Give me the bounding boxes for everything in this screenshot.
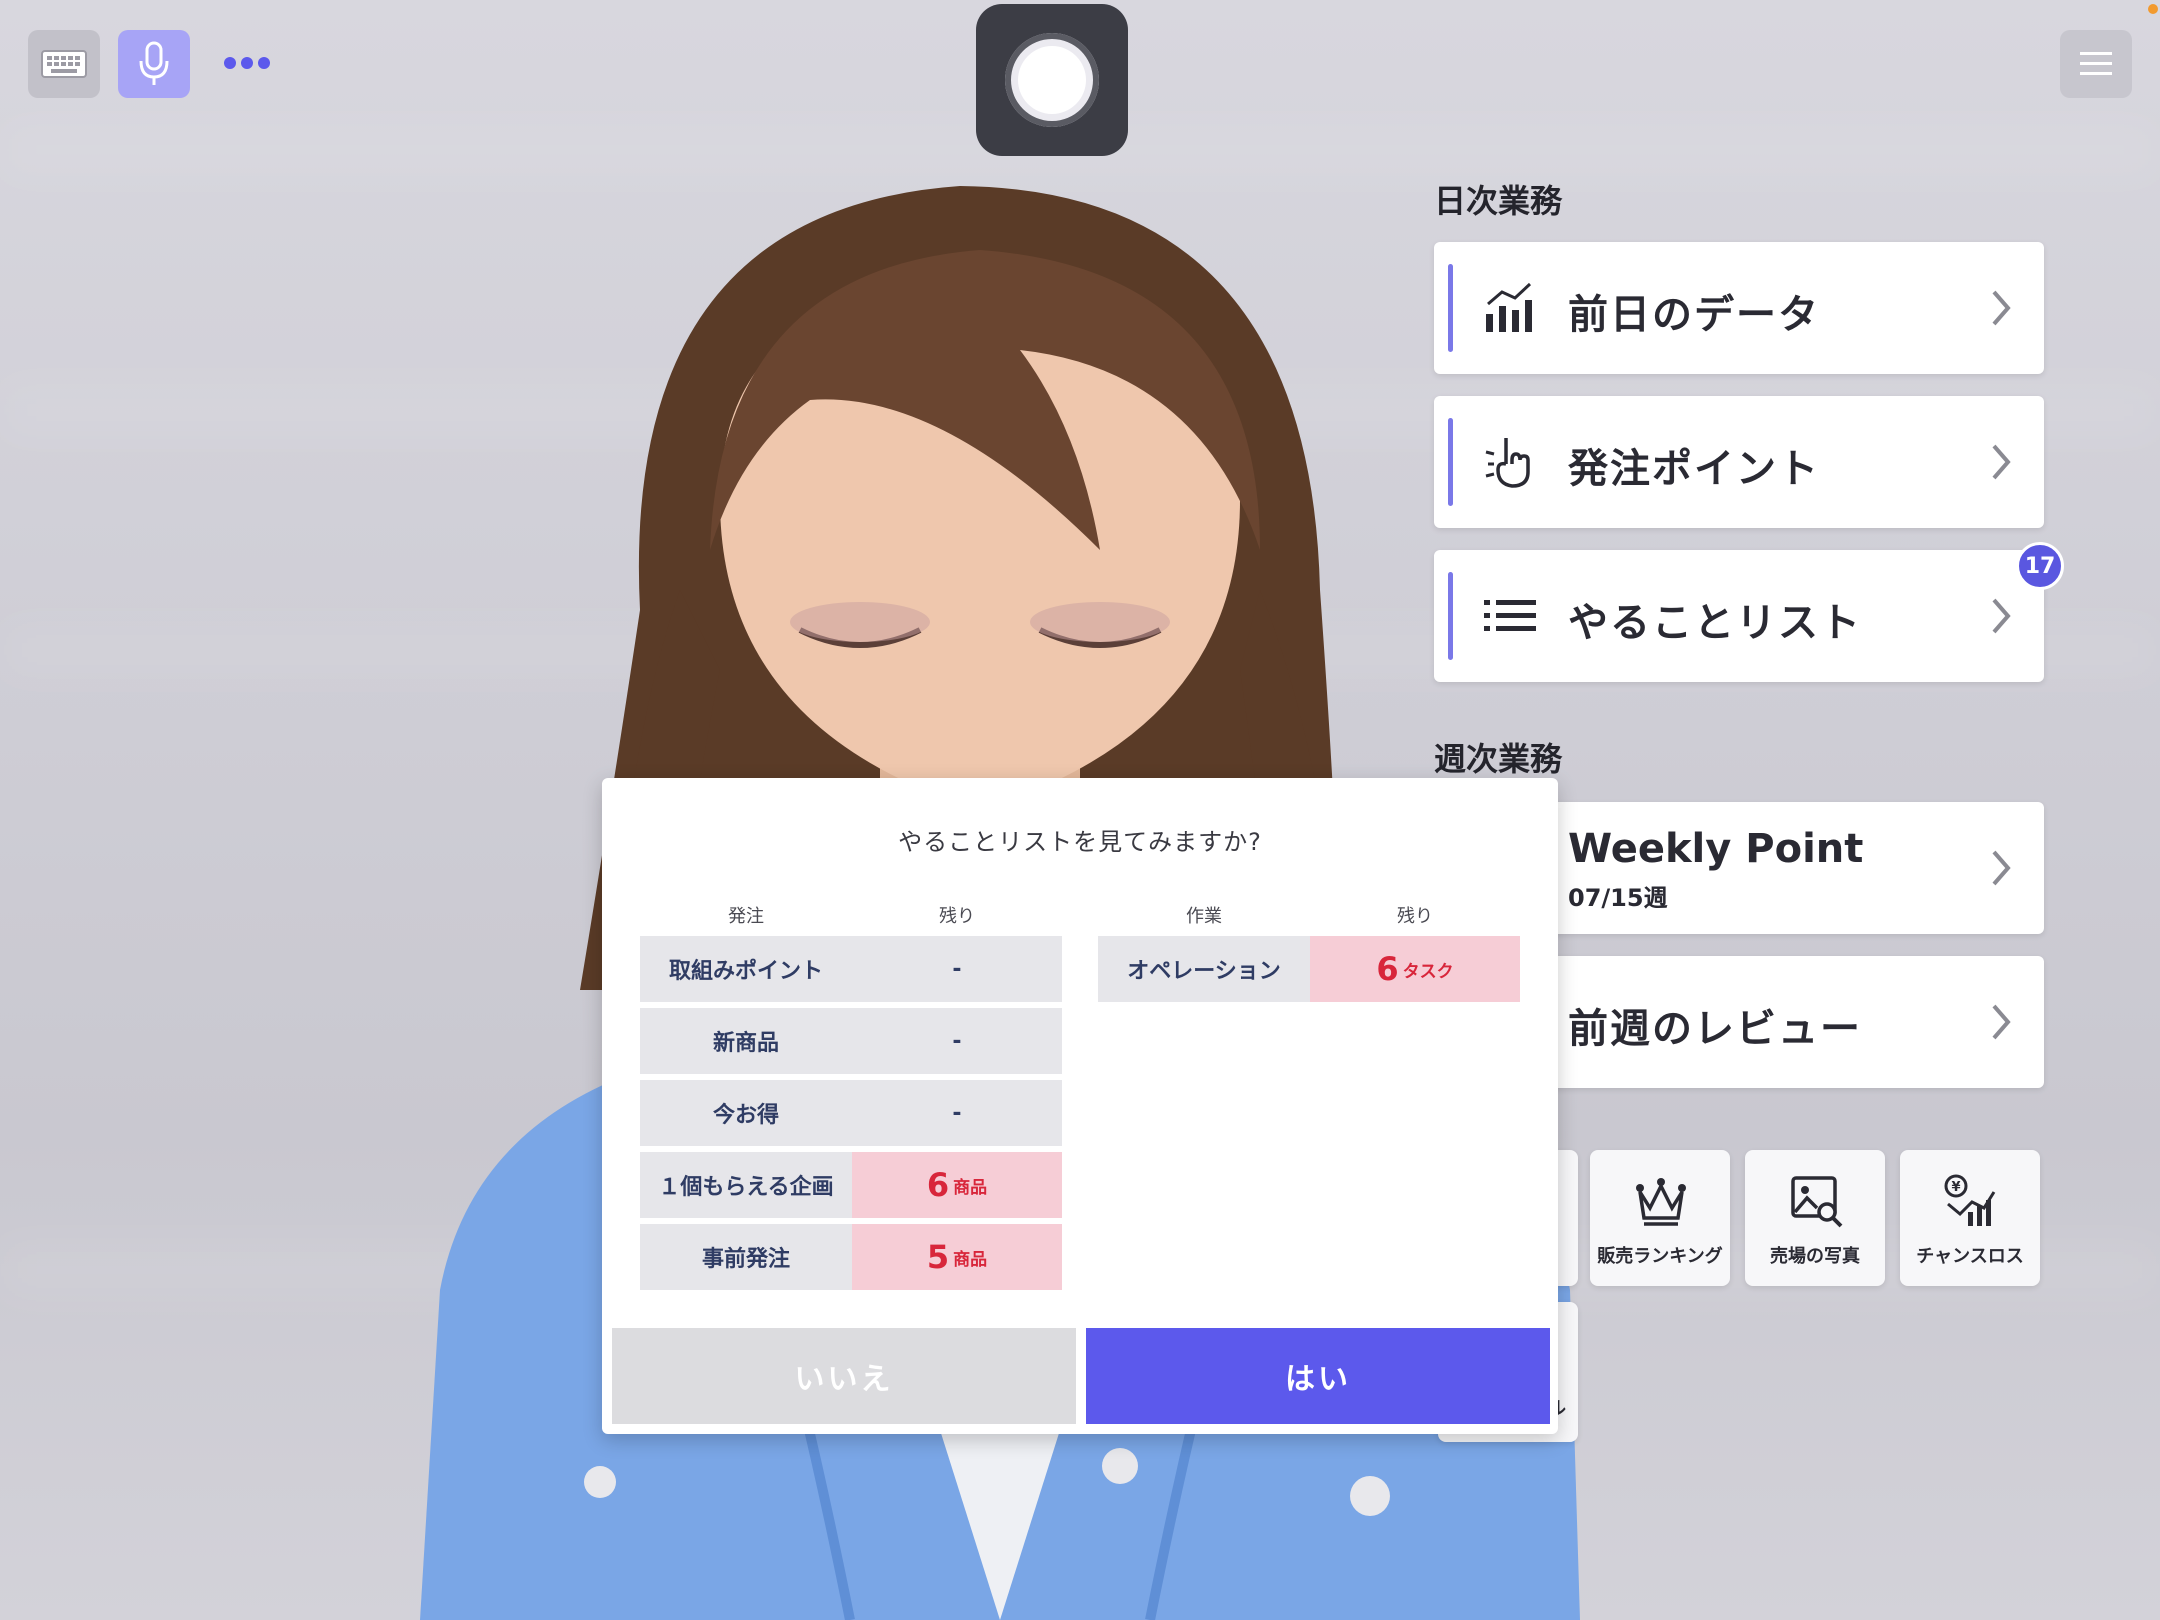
card-accent-bar [1448,264,1453,352]
pointing-hand-icon [1485,438,1530,488]
card-previous-day-data[interactable]: 前日のデータ [1434,242,2044,374]
tile-label: 販売ランキング [1597,1246,1723,1267]
row-name: 新商品 [640,1008,852,1074]
row-name: 事前発注 [640,1224,852,1290]
tile-chance-loss[interactable]: ¥ チャンスロス [1900,1150,2040,1286]
crown-icon [1636,1178,1686,1226]
card-label: 前週のレビュー [1568,1006,1862,1052]
more-button[interactable] [222,40,272,86]
row-count: 6 [1376,950,1399,988]
row-name: 今お得 [640,1080,852,1146]
row-value: 5 商品 [852,1224,1062,1290]
tile-sales-ranking[interactable]: 販売ランキング [1590,1150,1730,1286]
card-label: 発注ポイント [1568,446,1820,492]
col-header-remaining: 残り [1397,906,1433,927]
col-header-work: 作業 [1186,906,1222,927]
record-button[interactable] [976,4,1128,156]
card-label: 前日のデータ [1568,292,1820,338]
todo-count-badge: 17 [2016,542,2064,590]
row-name: 取組みポイント [640,936,852,1002]
no-button[interactable]: いいえ [612,1328,1076,1424]
tile-label: チャンスロス [1916,1246,2024,1267]
chevron-right-icon [1992,444,2011,480]
row-value: 6 タスク [1310,936,1520,1002]
menu-button[interactable] [2060,30,2132,98]
card-accent-bar [1448,418,1453,506]
row-name: １個もらえる企画 [640,1152,852,1218]
todo-confirm-dialog: やることリストを見てみますか? 発注 残り 作業 残り 取組みポイント - 新商… [602,778,1558,1434]
daily-section-title: 日次業務 [1434,182,1563,220]
row-value: - [852,1008,1062,1074]
col-header-order: 発注 [728,906,764,927]
svg-text:¥: ¥ [1951,1180,1960,1195]
weekly-section-title: 週次業務 [1434,740,1563,778]
chevron-right-icon [1992,1004,2011,1040]
card-order-point[interactable]: 発注ポイント [1434,396,2044,528]
row-count: 5 [926,1238,950,1276]
list-icon [1484,600,1536,631]
bar-chart-icon [1486,282,1532,332]
row-unit: 商品 [953,1249,988,1270]
yen-chart-icon: ¥ [1944,1174,1996,1226]
col-header-remaining: 残り [939,906,975,927]
more-dots-icon [224,57,270,69]
row-value: 6 商品 [852,1152,1062,1218]
card-accent-bar [1448,572,1453,660]
notification-dot [2148,4,2158,14]
keyboard-icon [41,50,87,78]
dialog-question: やることリストを見てみますか? [898,828,1262,856]
row-value: - [852,936,1062,1002]
row-value: - [852,1080,1062,1146]
photo-search-icon [1791,1176,1843,1228]
tile-store-photos[interactable]: 売場の写真 [1745,1150,1885,1286]
yes-button[interactable]: はい [1086,1328,1550,1424]
card-label: Weekly Point [1568,826,1864,872]
chevron-right-icon [1992,850,2011,886]
tile-label: 売場の写真 [1770,1246,1860,1267]
card-sublabel: 07/15週 [1568,884,1668,912]
card-todo-list[interactable]: やることリスト [1434,550,2044,682]
row-unit: 商品 [953,1177,988,1198]
hamburger-menu-icon [2080,52,2112,75]
chevron-right-icon [1992,598,2011,634]
microphone-button[interactable] [118,30,190,98]
card-label: やることリスト [1568,600,1862,646]
record-button-icon [1005,33,1099,127]
chevron-right-icon [1992,290,2011,326]
row-name: オペレーション [1098,936,1310,1002]
row-unit: タスク [1402,961,1454,982]
microphone-icon [139,41,169,85]
row-count: 6 [926,1166,950,1204]
keyboard-button[interactable] [28,30,100,98]
